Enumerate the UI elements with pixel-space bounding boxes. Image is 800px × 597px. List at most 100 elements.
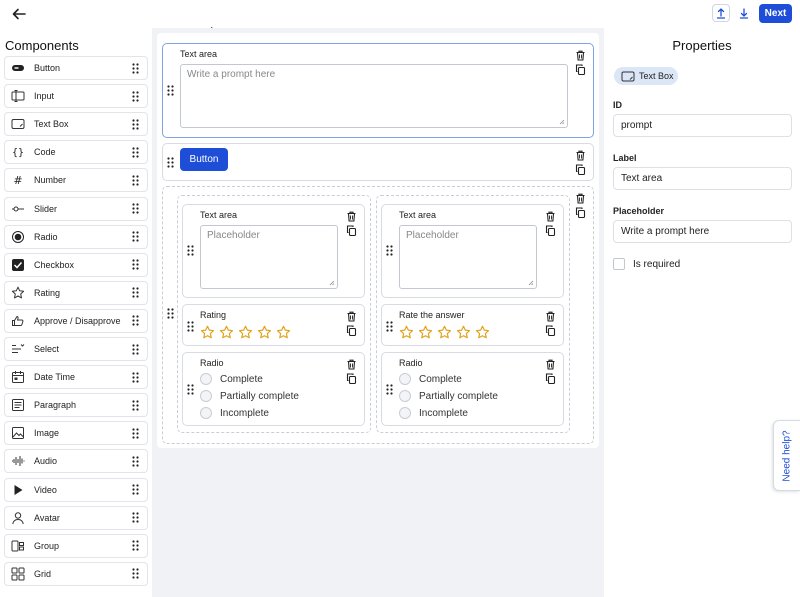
component-number[interactable]: # Number	[4, 168, 148, 193]
trash-icon[interactable]	[545, 211, 556, 222]
radio-circle-icon[interactable]	[399, 373, 411, 385]
drag-handle-icon[interactable]	[132, 90, 139, 102]
drag-handle-icon[interactable]	[386, 245, 393, 256]
label-input[interactable]: Text area	[613, 167, 792, 190]
component-radio[interactable]: Radio	[4, 224, 148, 249]
component-audio[interactable]: Audio	[4, 449, 148, 474]
radio-circle-icon[interactable]	[200, 407, 212, 419]
radio-circle-icon[interactable]	[399, 390, 411, 402]
component-button[interactable]: Button	[4, 56, 148, 80]
grid-card[interactable]: Text area Placeholder Rating Radio Compl…	[162, 186, 594, 444]
drag-handle-icon[interactable]	[132, 343, 139, 355]
trash-icon[interactable]	[575, 193, 586, 204]
copy-icon[interactable]	[346, 325, 357, 336]
drag-handle-icon[interactable]	[132, 400, 139, 411]
component-paragraph[interactable]: Paragraph	[4, 393, 148, 418]
textarea-card-selected[interactable]: Text area Write a prompt here	[162, 43, 594, 138]
copy-icon[interactable]	[545, 225, 556, 236]
textarea-card[interactable]: Text area Placeholder	[381, 204, 564, 298]
prompt-textarea[interactable]: Write a prompt here	[180, 64, 568, 128]
star-icon[interactable]	[437, 325, 452, 340]
form-button[interactable]: Button	[180, 148, 228, 171]
radio-option[interactable]: Partially complete	[399, 390, 498, 402]
drag-handle-icon[interactable]	[132, 512, 139, 523]
download-button[interactable]	[735, 4, 753, 22]
drag-handle-icon[interactable]	[132, 428, 139, 439]
drag-handle-icon[interactable]	[132, 568, 139, 579]
component-grid[interactable]: Grid	[4, 561, 148, 586]
placeholder-input[interactable]: Write a prompt here	[613, 220, 792, 243]
id-input[interactable]: prompt	[613, 114, 792, 137]
textarea-card[interactable]: Text area Placeholder	[182, 204, 365, 298]
resize-handle-icon[interactable]	[329, 280, 335, 286]
resize-handle-icon[interactable]	[559, 119, 565, 125]
drag-handle-icon[interactable]	[167, 157, 174, 168]
star-icon[interactable]	[276, 325, 291, 340]
drag-handle-icon[interactable]	[132, 540, 139, 551]
button-card[interactable]: Button	[162, 143, 594, 181]
is-required-checkbox-row[interactable]: Is required	[613, 258, 680, 270]
grid-column-left[interactable]: Text area Placeholder Rating Radio Compl…	[177, 195, 371, 433]
textarea-field[interactable]: Placeholder	[200, 225, 338, 289]
copy-icon[interactable]	[346, 373, 357, 384]
trash-icon[interactable]	[346, 359, 357, 370]
radio-option[interactable]: Complete	[399, 373, 462, 385]
drag-handle-icon[interactable]	[132, 62, 139, 74]
trash-icon[interactable]	[575, 150, 586, 161]
grid-column-right[interactable]: Text area Placeholder Rate the answer Ra…	[376, 195, 570, 433]
copy-icon[interactable]	[575, 164, 586, 175]
component-date-time[interactable]: Date Time	[4, 365, 148, 390]
component-rating[interactable]: Rating	[4, 280, 148, 305]
component-video[interactable]: Video	[4, 477, 148, 502]
drag-handle-icon[interactable]	[386, 384, 393, 395]
component-approve-disapprove[interactable]: Approve / Disapprove	[4, 308, 148, 333]
component-image[interactable]: Image	[4, 421, 148, 446]
component-group[interactable]: Group	[4, 533, 148, 558]
component-checkbox[interactable]: Checkbox	[4, 252, 148, 277]
drag-handle-icon[interactable]	[132, 371, 139, 383]
drag-handle-icon[interactable]	[386, 321, 393, 332]
drag-handle-icon[interactable]	[167, 85, 174, 96]
resize-handle-icon[interactable]	[528, 280, 534, 286]
star-icon[interactable]	[475, 325, 490, 340]
is-required-checkbox[interactable]	[613, 258, 625, 270]
radio-option[interactable]: Incomplete	[200, 407, 269, 419]
radio-option[interactable]: Partially complete	[200, 390, 299, 402]
drag-handle-icon[interactable]	[132, 456, 139, 467]
copy-icon[interactable]	[575, 207, 586, 218]
rating-stars[interactable]	[399, 325, 490, 340]
trash-icon[interactable]	[575, 50, 586, 61]
component-input[interactable]: Input	[4, 84, 148, 109]
trash-icon[interactable]	[545, 359, 556, 370]
drag-handle-icon[interactable]	[132, 147, 139, 158]
drag-handle-icon[interactable]	[132, 203, 139, 214]
copy-icon[interactable]	[575, 64, 586, 75]
trash-icon[interactable]	[545, 311, 556, 322]
star-icon[interactable]	[418, 325, 433, 340]
next-button[interactable]: Next	[759, 4, 792, 23]
star-icon[interactable]	[257, 325, 272, 340]
drag-handle-icon[interactable]	[132, 231, 139, 242]
star-icon[interactable]	[200, 325, 215, 340]
radio-card[interactable]: Radio Complete Partially complete Incomple…	[182, 352, 365, 426]
radio-option[interactable]: Incomplete	[399, 407, 468, 419]
drag-handle-icon[interactable]	[167, 308, 174, 319]
drag-handle-icon[interactable]	[132, 119, 139, 130]
trash-icon[interactable]	[346, 311, 357, 322]
textarea-field[interactable]: Placeholder	[399, 225, 537, 289]
drag-handle-icon[interactable]	[132, 484, 139, 495]
drag-handle-icon[interactable]	[132, 259, 139, 270]
component-code[interactable]: {} Code	[4, 140, 148, 165]
rating-card[interactable]: Rate the answer	[381, 304, 564, 346]
star-icon[interactable]	[219, 325, 234, 340]
drag-handle-icon[interactable]	[132, 315, 139, 326]
back-arrow-icon[interactable]	[10, 6, 28, 22]
star-icon[interactable]	[399, 325, 414, 340]
rating-card[interactable]: Rating	[182, 304, 365, 346]
copy-icon[interactable]	[545, 325, 556, 336]
drag-handle-icon[interactable]	[132, 175, 139, 186]
drag-handle-icon[interactable]	[187, 245, 194, 256]
copy-icon[interactable]	[346, 225, 357, 236]
radio-circle-icon[interactable]	[200, 390, 212, 402]
radio-option[interactable]: Complete	[200, 373, 263, 385]
